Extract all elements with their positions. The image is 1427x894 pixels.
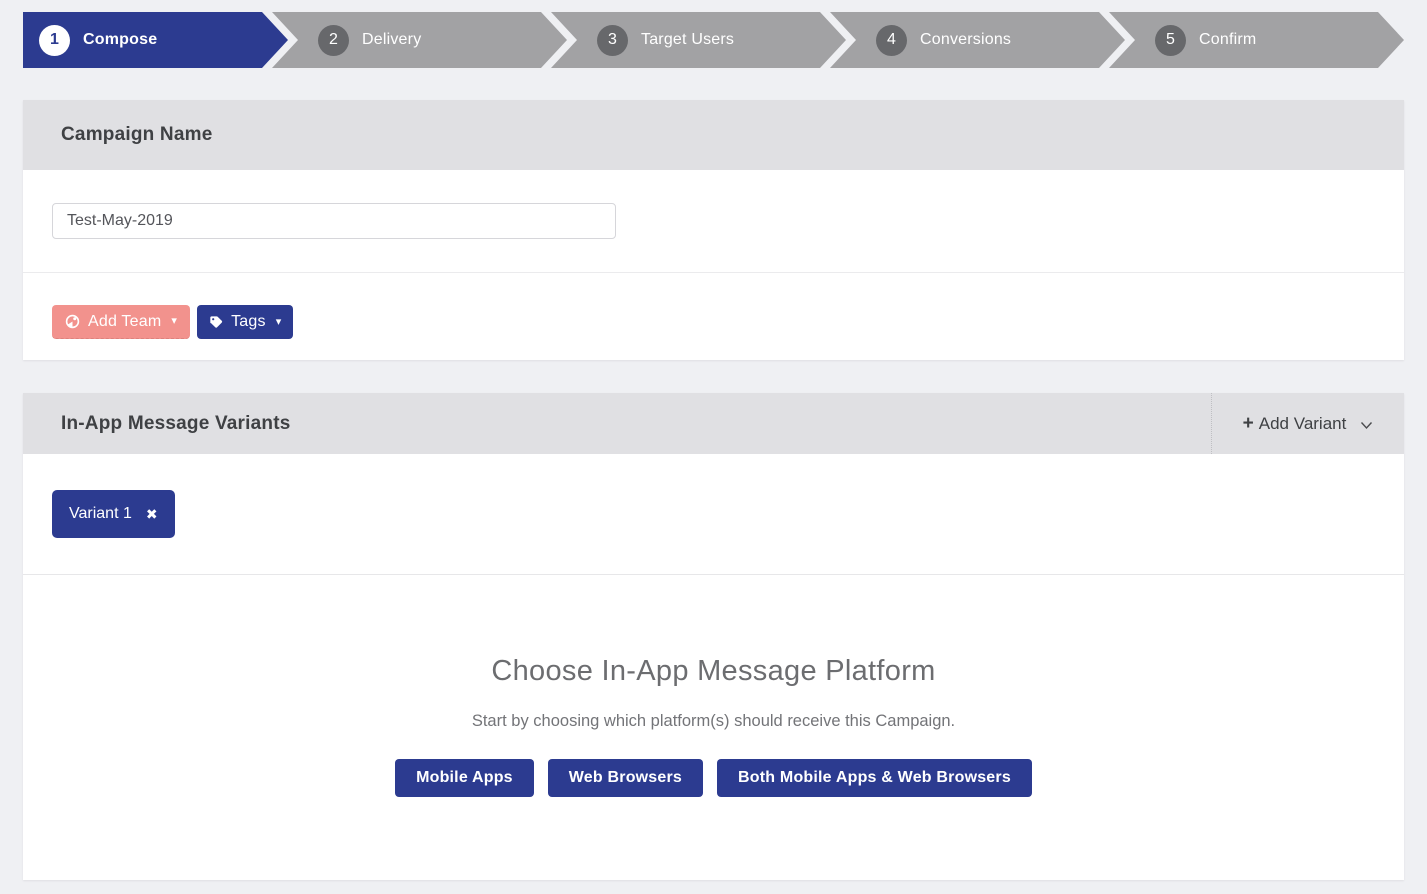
step-number-badge: 4 (876, 25, 907, 56)
web-browsers-button[interactable]: Web Browsers (548, 759, 703, 797)
campaign-name-input[interactable] (52, 203, 616, 239)
chevron-down-icon (1360, 421, 1373, 430)
campaign-name-panel: Campaign Name Add Team ▾ Tag (23, 100, 1404, 360)
step-label: Conversions (920, 31, 1011, 49)
step-label: Compose (83, 31, 157, 49)
step-delivery[interactable]: 2 Delivery (272, 12, 567, 68)
caret-down-icon: ▾ (276, 317, 282, 328)
tag-icon (209, 315, 223, 329)
campaign-name-header: Campaign Name (23, 100, 1404, 170)
add-variant-label: Add Variant (1259, 414, 1347, 434)
campaign-actions-row: Add Team ▾ Tags ▾ (23, 273, 1404, 360)
campaign-name-input-row (23, 170, 1404, 272)
campaign-name-title: Campaign Name (23, 124, 212, 146)
mobile-apps-button[interactable]: Mobile Apps (395, 759, 534, 797)
step-compose[interactable]: 1 Compose (23, 12, 288, 68)
step-confirm[interactable]: 5 Confirm (1109, 12, 1404, 68)
step-label: Confirm (1199, 31, 1256, 49)
tags-button[interactable]: Tags ▾ (197, 305, 293, 339)
platform-subheading: Start by choosing which platform(s) shou… (23, 712, 1404, 731)
caret-down-icon: ▾ (171, 316, 177, 327)
plus-icon: + (1243, 413, 1254, 435)
campaign-wizard-stepper: 1 Compose 2 Delivery 3 Target Users 4 Co… (23, 12, 1404, 68)
add-team-label: Add Team (88, 313, 161, 331)
step-label: Target Users (641, 31, 734, 49)
step-number-badge: 1 (39, 25, 70, 56)
add-variant-button[interactable]: + Add Variant (1211, 393, 1404, 454)
remove-variant-icon[interactable]: ✖ (146, 506, 158, 523)
team-globe-icon (65, 314, 80, 329)
step-label: Delivery (362, 31, 421, 49)
variant-1-tab[interactable]: Variant 1 ✖ (52, 490, 175, 538)
variants-panel: In-App Message Variants + Add Variant Va… (23, 393, 1404, 880)
variant-label: Variant 1 (69, 505, 132, 523)
step-number-badge: 3 (597, 25, 628, 56)
variants-header: In-App Message Variants + Add Variant (23, 393, 1404, 454)
step-target-users[interactable]: 3 Target Users (551, 12, 846, 68)
tags-label: Tags (231, 313, 266, 331)
variants-title: In-App Message Variants (23, 413, 291, 435)
step-number-badge: 5 (1155, 25, 1186, 56)
both-platforms-button[interactable]: Both Mobile Apps & Web Browsers (717, 759, 1032, 797)
variant-tabs-row: Variant 1 ✖ (23, 454, 1404, 575)
platform-buttons-row: Mobile Apps Web Browsers Both Mobile App… (23, 759, 1404, 797)
platform-heading: Choose In-App Message Platform (23, 655, 1404, 688)
platform-chooser: Choose In-App Message Platform Start by … (23, 575, 1404, 880)
step-number-badge: 2 (318, 25, 349, 56)
add-team-button[interactable]: Add Team ▾ (52, 305, 190, 339)
step-conversions[interactable]: 4 Conversions (830, 12, 1125, 68)
